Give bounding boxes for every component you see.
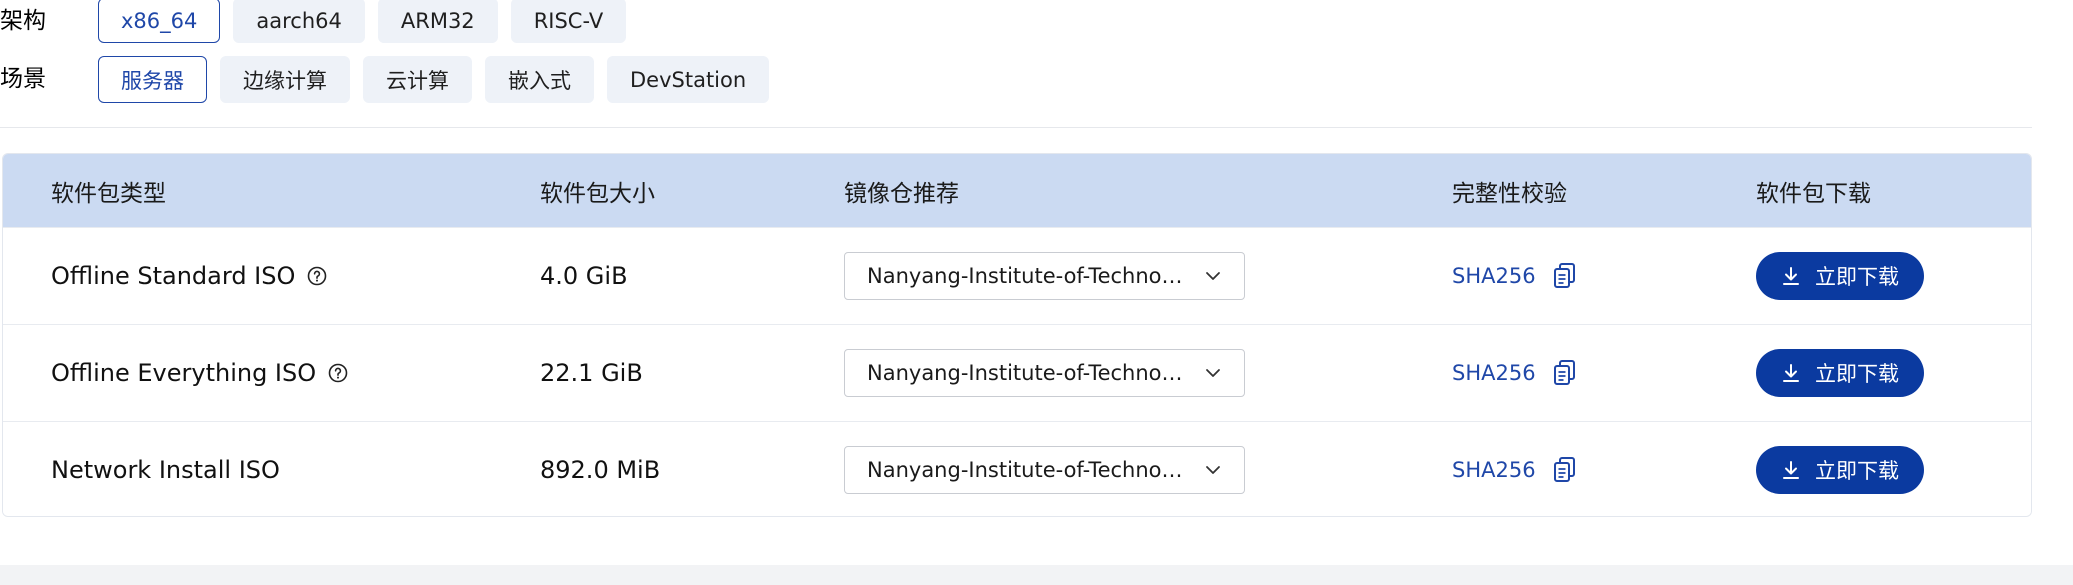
package-size: 22.1 GiB xyxy=(540,359,643,387)
scene-option-cloud[interactable]: 云计算 xyxy=(363,56,472,103)
arch-option-riscv[interactable]: RISC-V xyxy=(510,0,627,43)
arch-option-x86_64[interactable]: x86_64 xyxy=(98,0,221,43)
sha256-link[interactable]: SHA256 xyxy=(1452,458,1536,482)
checksum-cell: SHA256 xyxy=(1452,325,1578,421)
scene-option-edge[interactable]: 边缘计算 xyxy=(220,56,350,103)
mirror-select[interactable]: Nanyang-Institute-of-Technol... xyxy=(844,446,1245,494)
download-cell: 立即下载 xyxy=(1756,325,1924,421)
arch-filter-label: 架构 xyxy=(0,8,46,34)
chevron-down-icon xyxy=(1204,267,1222,285)
download-button-label: 立即下载 xyxy=(1815,265,1899,289)
header-download: 软件包下载 xyxy=(1756,180,1871,207)
download-table: 软件包类型 软件包大小 镜像仓推荐 完整性校验 软件包下载 Offline St… xyxy=(2,153,2032,517)
package-type-cell: Offline Everything ISO xyxy=(51,325,348,421)
sha256-link[interactable]: SHA256 xyxy=(1452,264,1536,288)
table-row: Offline Everything ISO 22.1 GiB Nanyang-… xyxy=(3,324,2031,421)
scene-options: 服务器 边缘计算 云计算 嵌入式 DevStation xyxy=(98,56,782,103)
checksum-cell: SHA256 xyxy=(1452,422,1578,516)
download-icon xyxy=(1781,363,1801,383)
package-type: Offline Standard ISO xyxy=(51,262,296,290)
question-circle-icon[interactable] xyxy=(328,363,348,383)
chevron-down-icon xyxy=(1204,461,1222,479)
chevron-down-icon xyxy=(1204,364,1222,382)
table-row: Network Install ISO 892.0 MiB Nanyang-In… xyxy=(3,421,2031,516)
download-cell: 立即下载 xyxy=(1756,422,1924,516)
sha256-link[interactable]: SHA256 xyxy=(1452,361,1536,385)
copy-icon[interactable] xyxy=(1552,359,1578,387)
download-button-label: 立即下载 xyxy=(1815,362,1899,386)
header-checksum: 完整性校验 xyxy=(1452,180,1567,207)
header-mirror: 镜像仓推荐 xyxy=(844,180,959,207)
package-type: Offline Everything ISO xyxy=(51,359,317,387)
scene-option-devstation[interactable]: DevStation xyxy=(607,56,770,103)
download-cell: 立即下载 xyxy=(1756,228,1924,324)
scene-option-server[interactable]: 服务器 xyxy=(98,56,207,103)
arch-filter-row: 架构 x86_64 aarch64 ARM32 RISC-V xyxy=(0,0,639,43)
package-type-cell: Offline Standard ISO xyxy=(51,228,327,324)
mirror-select-value: Nanyang-Institute-of-Technol... xyxy=(867,264,1187,288)
arch-options: x86_64 aarch64 ARM32 RISC-V xyxy=(98,0,639,43)
download-button[interactable]: 立即下载 xyxy=(1756,446,1924,494)
package-size: 4.0 GiB xyxy=(540,262,628,290)
download-button[interactable]: 立即下载 xyxy=(1756,252,1924,300)
header-package-type: 软件包类型 xyxy=(51,180,166,207)
table-row: Offline Standard ISO 4.0 GiB Nanyang-Ins… xyxy=(3,227,2031,324)
question-circle-icon[interactable] xyxy=(307,266,327,286)
mirror-cell: Nanyang-Institute-of-Technol... xyxy=(844,325,1245,421)
scene-option-embedded[interactable]: 嵌入式 xyxy=(485,56,594,103)
checksum-cell: SHA256 xyxy=(1452,228,1578,324)
copy-icon[interactable] xyxy=(1552,262,1578,290)
package-size: 892.0 MiB xyxy=(540,456,661,484)
copy-icon[interactable] xyxy=(1552,456,1578,484)
mirror-select-value: Nanyang-Institute-of-Technol... xyxy=(867,458,1187,482)
mirror-select[interactable]: Nanyang-Institute-of-Technol... xyxy=(844,252,1245,300)
header-package-size: 软件包大小 xyxy=(540,180,655,207)
section-divider xyxy=(0,127,2032,128)
scene-filter-row: 场景 服务器 边缘计算 云计算 嵌入式 DevStation xyxy=(0,56,782,103)
download-icon xyxy=(1781,460,1801,480)
download-button[interactable]: 立即下载 xyxy=(1756,349,1924,397)
arch-option-aarch64[interactable]: aarch64 xyxy=(233,0,365,43)
table-header: 软件包类型 软件包大小 镜像仓推荐 完整性校验 软件包下载 xyxy=(3,154,2031,227)
page-footer-band xyxy=(0,565,2073,585)
download-icon xyxy=(1781,266,1801,286)
package-type-cell: Network Install ISO xyxy=(51,422,280,516)
package-type: Network Install ISO xyxy=(51,456,280,484)
download-button-label: 立即下载 xyxy=(1815,459,1899,483)
scene-filter-label: 场景 xyxy=(0,66,46,92)
mirror-select[interactable]: Nanyang-Institute-of-Technol... xyxy=(844,349,1245,397)
mirror-select-value: Nanyang-Institute-of-Technol... xyxy=(867,361,1187,385)
mirror-cell: Nanyang-Institute-of-Technol... xyxy=(844,422,1245,516)
mirror-cell: Nanyang-Institute-of-Technol... xyxy=(844,228,1245,324)
arch-option-arm32[interactable]: ARM32 xyxy=(377,0,498,43)
